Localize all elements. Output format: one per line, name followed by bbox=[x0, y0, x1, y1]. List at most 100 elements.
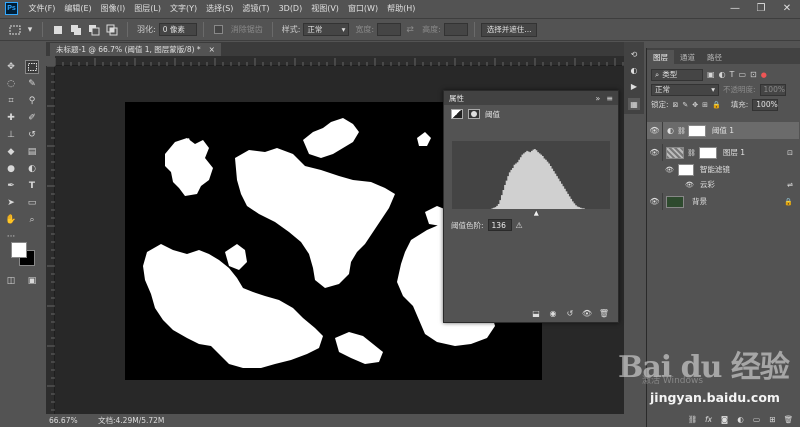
menu-3d[interactable]: 3D(D) bbox=[274, 4, 307, 13]
menu-file[interactable]: 文件(F) bbox=[24, 3, 60, 14]
minimize-button[interactable]: — bbox=[722, 0, 748, 17]
layer-1[interactable]: 👁 ⛓ 图层 1 ⊡ bbox=[647, 144, 799, 161]
delete-layer-icon[interactable]: 🗑 bbox=[783, 414, 794, 425]
layer-mask-thumbnail[interactable] bbox=[698, 146, 717, 159]
visibility-eye-icon[interactable]: 👁 bbox=[647, 193, 663, 210]
fill-input[interactable]: 100% bbox=[752, 98, 779, 111]
properties-icon[interactable]: ▦ bbox=[628, 98, 640, 110]
menu-help[interactable]: 帮助(H) bbox=[383, 3, 420, 14]
chevron-down-icon[interactable]: ▾ bbox=[26, 23, 34, 37]
marquee-tool-icon[interactable] bbox=[25, 60, 39, 74]
history-icon[interactable]: ⟲ bbox=[628, 48, 640, 60]
crop-tool-icon[interactable]: ⌗ bbox=[4, 94, 18, 108]
threshold-slider[interactable] bbox=[452, 209, 610, 217]
adjustment-icon[interactable] bbox=[451, 109, 463, 119]
layer-mask-icon[interactable] bbox=[468, 109, 480, 119]
type-tool-icon[interactable]: T bbox=[25, 179, 39, 193]
color-swatches[interactable] bbox=[9, 242, 39, 270]
blend-mode-select[interactable]: 正常 ▾ bbox=[651, 83, 719, 96]
filter-shape-icon[interactable]: ▭ bbox=[738, 70, 746, 79]
restore-button[interactable]: ❐ bbox=[748, 0, 774, 17]
move-tool-icon[interactable]: ✥ bbox=[4, 60, 18, 74]
dodge-tool-icon[interactable]: ◐ bbox=[25, 162, 39, 176]
visibility-eye-icon[interactable] bbox=[647, 176, 663, 193]
delete-icon[interactable]: 🗑 bbox=[598, 307, 610, 319]
foreground-color-swatch[interactable] bbox=[11, 242, 27, 258]
add-selection-icon[interactable] bbox=[69, 23, 83, 37]
intersect-selection-icon[interactable] bbox=[105, 23, 119, 37]
swap-icon[interactable]: ⇄ bbox=[403, 23, 417, 37]
brush-tool-icon[interactable]: ✐ bbox=[25, 111, 39, 125]
eyedropper-tool-icon[interactable]: ⚲ bbox=[25, 94, 39, 108]
panel-menu-icon[interactable]: ≡ bbox=[606, 94, 613, 103]
new-layer-icon[interactable]: ⊞ bbox=[767, 414, 778, 425]
document-info[interactable]: 文档:4.29M/5.72M bbox=[86, 415, 164, 426]
lock-position-icon[interactable]: ✥ bbox=[692, 101, 698, 109]
menu-select[interactable]: 选择(S) bbox=[202, 3, 238, 14]
opacity-input[interactable]: 100% bbox=[759, 83, 786, 96]
tab-paths[interactable]: 路径 bbox=[701, 50, 728, 64]
rectangle-tool-icon[interactable]: ▭ bbox=[25, 196, 39, 210]
filter-smart-icon[interactable]: ⊡ bbox=[750, 70, 757, 79]
clip-to-layer-icon[interactable]: ⬓ bbox=[530, 307, 542, 319]
menu-type[interactable]: 文字(Y) bbox=[165, 3, 201, 14]
menu-filter[interactable]: 滤镜(T) bbox=[238, 3, 274, 14]
filter-clouds-row[interactable]: 👁 云彩 ⇌ bbox=[647, 176, 799, 193]
antialias-checkbox[interactable] bbox=[212, 23, 226, 37]
filter-adjust-icon[interactable]: ◐ bbox=[719, 70, 726, 79]
quick-mask-icon[interactable]: ◫ bbox=[4, 274, 18, 288]
select-and-mask-button[interactable]: 选择并遮住... bbox=[480, 22, 538, 37]
link-layers-icon[interactable]: ⛓ bbox=[687, 414, 698, 425]
screen-mode-icon[interactable]: ▣ bbox=[25, 274, 39, 288]
menu-window[interactable]: 窗口(W) bbox=[343, 3, 382, 14]
clone-stamp-tool-icon[interactable]: ⊥ bbox=[4, 128, 18, 142]
lock-transparent-icon[interactable]: ⊠ bbox=[673, 101, 679, 109]
marquee-tool-preset-icon[interactable] bbox=[8, 23, 22, 37]
layer-threshold-1[interactable]: 👁 ◐ ⛓ 阈值 1 bbox=[647, 122, 799, 139]
lock-artboard-icon[interactable]: ⊞ bbox=[702, 101, 708, 109]
style-select[interactable]: 正常 ▾ bbox=[303, 23, 350, 36]
threshold-input[interactable]: 136 bbox=[487, 219, 512, 231]
eraser-tool-icon[interactable]: ◆ bbox=[4, 145, 18, 159]
layer-filter-select[interactable]: ⌕ 类型 bbox=[651, 68, 703, 81]
path-selection-tool-icon[interactable]: ➤ bbox=[4, 196, 18, 210]
fx-icon[interactable]: fx bbox=[703, 414, 714, 425]
visibility-icon[interactable]: 👁 bbox=[581, 307, 593, 319]
visibility-eye-icon[interactable]: 👁 bbox=[647, 122, 663, 139]
close-tab-icon[interactable]: × bbox=[209, 45, 215, 54]
new-selection-icon[interactable] bbox=[51, 23, 65, 37]
tab-layers[interactable]: 图层 bbox=[647, 50, 674, 64]
new-adjustment-icon[interactable]: ◐ bbox=[735, 414, 746, 425]
layer-background[interactable]: 👁 背景 🔒 bbox=[647, 193, 799, 210]
filter-toggle-icon[interactable]: ● bbox=[761, 71, 767, 79]
layer-mask-thumbnail[interactable] bbox=[687, 124, 706, 137]
layer-thumbnail[interactable] bbox=[666, 146, 684, 159]
filter-mask-thumbnail[interactable] bbox=[677, 163, 694, 176]
menu-view[interactable]: 视图(V) bbox=[307, 3, 344, 14]
add-mask-icon[interactable]: ◙ bbox=[719, 414, 730, 425]
close-button[interactable]: ✕ bbox=[774, 0, 800, 17]
menu-image[interactable]: 图像(I) bbox=[96, 3, 130, 14]
subtract-selection-icon[interactable] bbox=[87, 23, 101, 37]
actions-icon[interactable]: ▶ bbox=[628, 80, 640, 92]
filter-pixel-icon[interactable]: ▣ bbox=[707, 70, 715, 79]
menu-layer[interactable]: 图层(L) bbox=[130, 3, 166, 14]
view-previous-icon[interactable]: ◉ bbox=[547, 307, 559, 319]
eye-icon[interactable]: 👁 bbox=[665, 166, 674, 174]
menu-edit[interactable]: 编辑(E) bbox=[60, 3, 96, 14]
history-brush-tool-icon[interactable]: ↺ bbox=[25, 128, 39, 142]
pen-tool-icon[interactable]: ✒ bbox=[4, 179, 18, 193]
gradient-tool-icon[interactable]: ▤ bbox=[25, 145, 39, 159]
filter-options-icon[interactable]: ⇌ bbox=[787, 181, 793, 189]
width-input[interactable] bbox=[377, 23, 402, 36]
new-group-icon[interactable]: ▭ bbox=[751, 414, 762, 425]
quick-select-tool-icon[interactable]: ✎ bbox=[25, 77, 39, 91]
tab-channels[interactable]: 通道 bbox=[674, 50, 701, 64]
hand-tool-icon[interactable]: ✋ bbox=[4, 213, 18, 227]
filter-type-icon[interactable]: T bbox=[730, 70, 735, 79]
layer-thumbnail[interactable] bbox=[666, 195, 684, 208]
height-input[interactable] bbox=[443, 23, 468, 36]
zoom-tool-icon[interactable]: ⌕ bbox=[25, 213, 39, 227]
lasso-tool-icon[interactable]: ◌ bbox=[4, 77, 18, 91]
zoom-level[interactable]: 66.67% bbox=[46, 416, 86, 425]
